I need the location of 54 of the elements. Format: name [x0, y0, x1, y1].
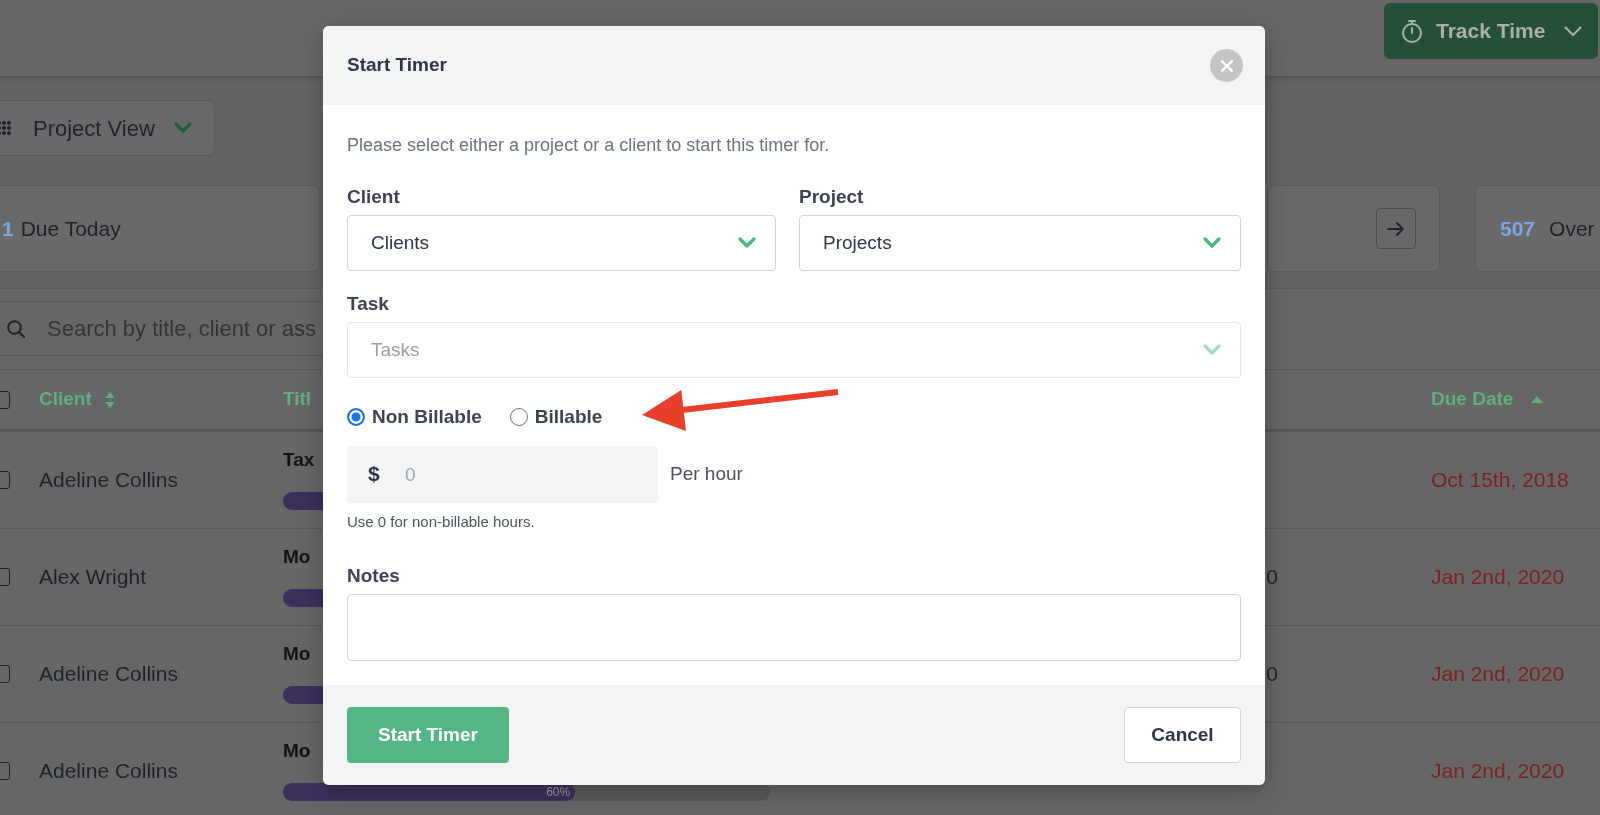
view-dropdown[interactable]: Project View [0, 100, 215, 156]
notes-field[interactable] [347, 594, 1241, 661]
radio-label[interactable]: Billable [534, 402, 603, 432]
chevron-down-icon [1203, 344, 1221, 356]
stat-label: Due Today [20, 215, 121, 242]
chevron-down-icon [738, 237, 756, 249]
stat-count: 1 [2, 215, 14, 242]
stat-count: 507 [1500, 215, 1536, 242]
field-label: Client [347, 185, 401, 209]
due-date: Oct 15th, 2018 [1431, 468, 1569, 492]
task-title: Mo [283, 545, 311, 569]
task-title: Mo [283, 739, 311, 763]
dialog-title: Start Timer [347, 54, 447, 77]
radio-button[interactable] [347, 408, 365, 426]
column-header[interactable]: Titl [283, 385, 312, 414]
chevron-down-icon [1564, 26, 1582, 36]
select-dropdown[interactable]: Clients [347, 215, 776, 271]
table-cell: Alex Wright [39, 565, 146, 589]
table-cell: Adeline Collins [39, 468, 178, 492]
arrow-button[interactable] [1376, 208, 1416, 249]
task-title: Tax [283, 448, 315, 472]
table-cell: 0 [1266, 662, 1278, 686]
field-label: Task [347, 292, 390, 316]
progress-label: 60% [546, 786, 571, 798]
arrow-right-icon [1387, 221, 1405, 236]
due-date: Jan 2nd, 2020 [1431, 662, 1565, 686]
grid-icon [0, 121, 11, 135]
help-text: Use 0 for non-billable hours. [347, 512, 536, 532]
table-cell: 0 [1266, 565, 1278, 589]
radio-button[interactable] [509, 408, 528, 426]
field-label: Project [799, 185, 865, 209]
stat-label: Over [1549, 215, 1595, 242]
submit-button[interactable]: Start Timer [347, 707, 509, 763]
select-dropdown[interactable]: Projects [799, 215, 1241, 271]
radio-label[interactable]: Non Billable [372, 402, 482, 432]
table-cell: Adeline Collins [39, 662, 178, 686]
track-time-button[interactable]: Track Time [1384, 3, 1598, 59]
close-button[interactable] [1210, 49, 1243, 82]
close-icon [1220, 59, 1233, 72]
task-title: Mo [283, 642, 311, 666]
cancel-button[interactable]: Cancel [1124, 707, 1241, 763]
rate-unit: Per hour [670, 462, 743, 487]
instruction-text: Please select either a project or a client to start this timer for. [347, 134, 831, 157]
due-date: Jan 2nd, 2020 [1431, 759, 1565, 783]
chevron-down-icon [1203, 237, 1221, 249]
column-header[interactable]: Client [39, 385, 92, 414]
currency-symbol: $ [368, 462, 380, 486]
stopwatch-icon [1401, 19, 1423, 43]
due-date: Jan 2nd, 2020 [1431, 565, 1565, 589]
column-header[interactable]: Due Date [1431, 385, 1514, 414]
table-cell: Adeline Collins [39, 759, 178, 783]
field-label: Notes [347, 564, 401, 588]
chevron-down-icon [173, 122, 192, 134]
search-icon [7, 320, 25, 338]
